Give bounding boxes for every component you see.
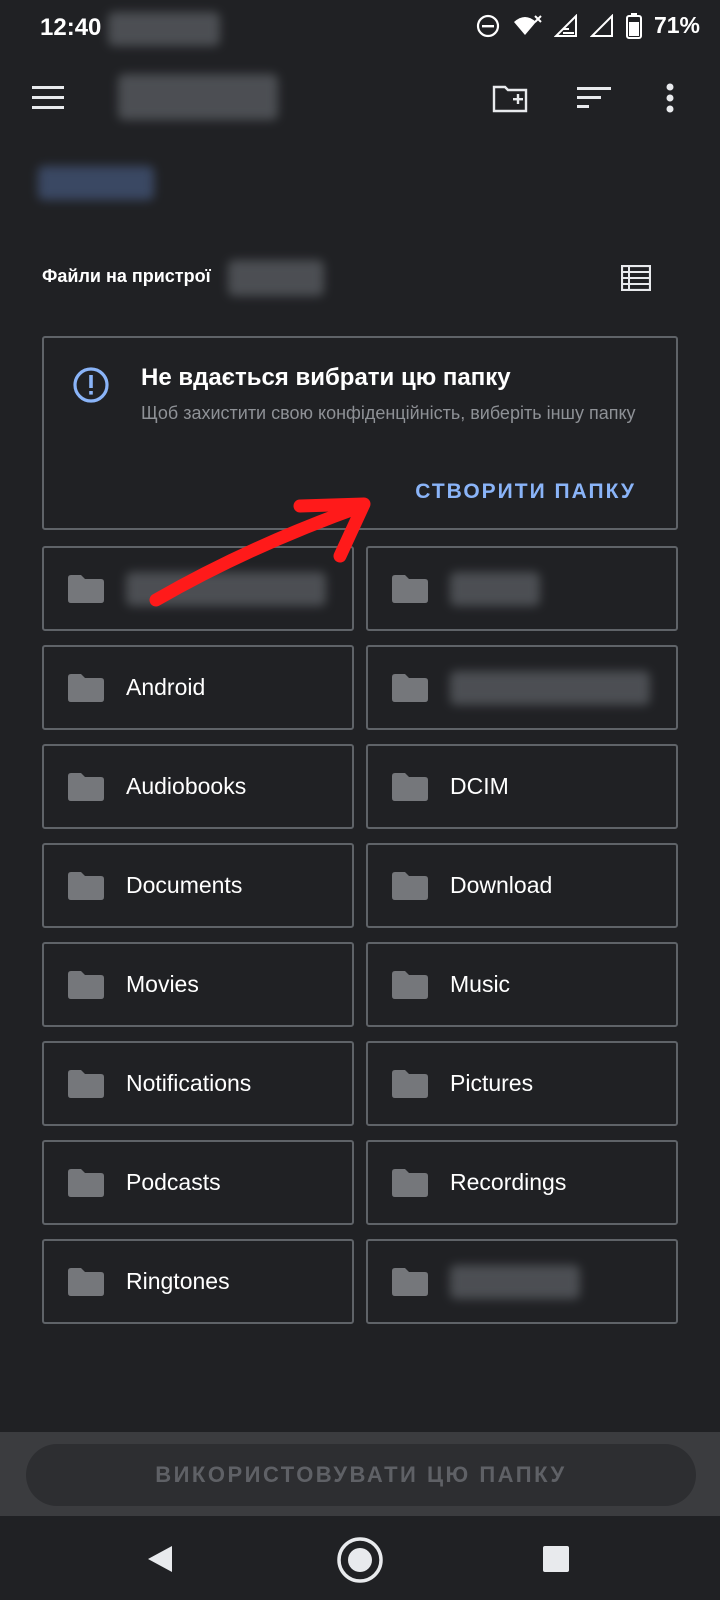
folder-icon	[392, 871, 428, 900]
folder-icon	[68, 772, 104, 801]
folder-icon	[392, 1168, 428, 1197]
folder-icon	[392, 1267, 428, 1296]
warning-title: Не вдається вибрати цю папку	[141, 364, 511, 391]
folder-tile[interactable]	[366, 546, 678, 631]
signal-icon	[589, 13, 613, 37]
blurred-folder-name	[450, 571, 540, 606]
do-not-disturb-icon	[476, 14, 500, 37]
folder-name: Movies	[126, 971, 199, 997]
new-folder-button[interactable]	[488, 76, 532, 120]
folder-tile[interactable]: Documents	[42, 843, 354, 928]
menu-button[interactable]	[26, 78, 70, 118]
folder-tile[interactable]: Pictures	[366, 1041, 678, 1126]
blurred-folder-name	[450, 670, 650, 705]
battery-icon	[625, 12, 642, 39]
home-icon[interactable]	[336, 1536, 384, 1584]
folder-name: Ringtones	[126, 1268, 230, 1294]
info-alert-icon	[73, 367, 109, 403]
folder-icon	[68, 871, 104, 900]
folder-tile[interactable]: Recordings	[366, 1140, 678, 1225]
folder-tile[interactable]: Notifications	[42, 1041, 354, 1126]
folder-tile[interactable]: Android	[42, 645, 354, 730]
blurred-folder-name	[450, 1264, 580, 1299]
list-view-button[interactable]	[614, 260, 658, 296]
folder-grid: Android Audiobooks DCIM Documents Download Mo…	[42, 546, 678, 1324]
folder-icon	[68, 673, 104, 702]
wifi-icon	[513, 14, 542, 35]
battery-percent: 71%	[653, 12, 700, 38]
folder-icon	[68, 1168, 104, 1197]
folder-icon	[68, 970, 104, 999]
create-folder-button[interactable]: СТВОРИТИ ПАПКУ	[415, 480, 636, 504]
use-this-folder-button[interactable]: ВИКОРИСТОВУВАТИ ЦЮ ПАПКУ	[26, 1444, 696, 1506]
folder-tile[interactable]: Movies	[42, 942, 354, 1027]
folder-tile[interactable]	[366, 1239, 678, 1324]
menu-icon	[32, 86, 64, 109]
folder-tile[interactable]	[366, 645, 678, 730]
status-icons: 71%	[476, 12, 700, 39]
folder-tile[interactable]: DCIM	[366, 744, 678, 829]
blurred-device-name	[228, 260, 324, 296]
signal-icon	[553, 13, 577, 37]
folder-icon	[392, 772, 428, 801]
recents-icon[interactable]	[543, 1546, 569, 1572]
folder-tile[interactable]: Audiobooks	[42, 744, 354, 829]
folder-icon	[392, 673, 428, 702]
folder-name: Podcasts	[126, 1169, 221, 1195]
navigation-bar	[0, 1516, 720, 1600]
folder-name: Notifications	[126, 1070, 252, 1096]
folder-name: Android	[126, 674, 206, 700]
folder-icon	[68, 574, 104, 603]
list-view-icon	[621, 265, 651, 291]
folder-name: Recordings	[450, 1169, 567, 1195]
folder-icon	[68, 1069, 104, 1098]
folder-name: DCIM	[450, 773, 509, 799]
folder-name: Documents	[126, 872, 243, 898]
annotation-arrow	[149, 497, 371, 607]
folder-icon	[392, 1069, 428, 1098]
new-folder-icon	[492, 85, 528, 113]
folder-name: Audiobooks	[126, 773, 247, 799]
folder-icon	[68, 1267, 104, 1296]
blurred-title	[118, 74, 278, 120]
status-time: 12:40	[40, 14, 102, 41]
folder-name: Download	[450, 872, 553, 898]
section-label: Файли на пристрої	[42, 266, 211, 286]
more-vert-icon	[666, 83, 674, 113]
folder-tile[interactable]: Download	[366, 843, 678, 928]
blurred-status-info	[108, 12, 220, 46]
more-options-button[interactable]	[654, 76, 686, 120]
sort-button[interactable]	[572, 76, 616, 120]
sort-icon	[577, 87, 611, 108]
folder-icon	[392, 970, 428, 999]
back-icon[interactable]	[146, 1544, 174, 1574]
folder-tile[interactable]: Podcasts	[42, 1140, 354, 1225]
folder-name: Music	[450, 971, 511, 997]
folder-tile[interactable]: Music	[366, 942, 678, 1027]
folder-icon	[392, 574, 428, 603]
folder-name: Pictures	[450, 1070, 534, 1096]
blurred-breadcrumb[interactable]	[38, 166, 154, 200]
folder-tile[interactable]: Ringtones	[42, 1239, 354, 1324]
warning-subtitle: Щоб захистити свою конфіденційність, виб…	[141, 403, 636, 423]
